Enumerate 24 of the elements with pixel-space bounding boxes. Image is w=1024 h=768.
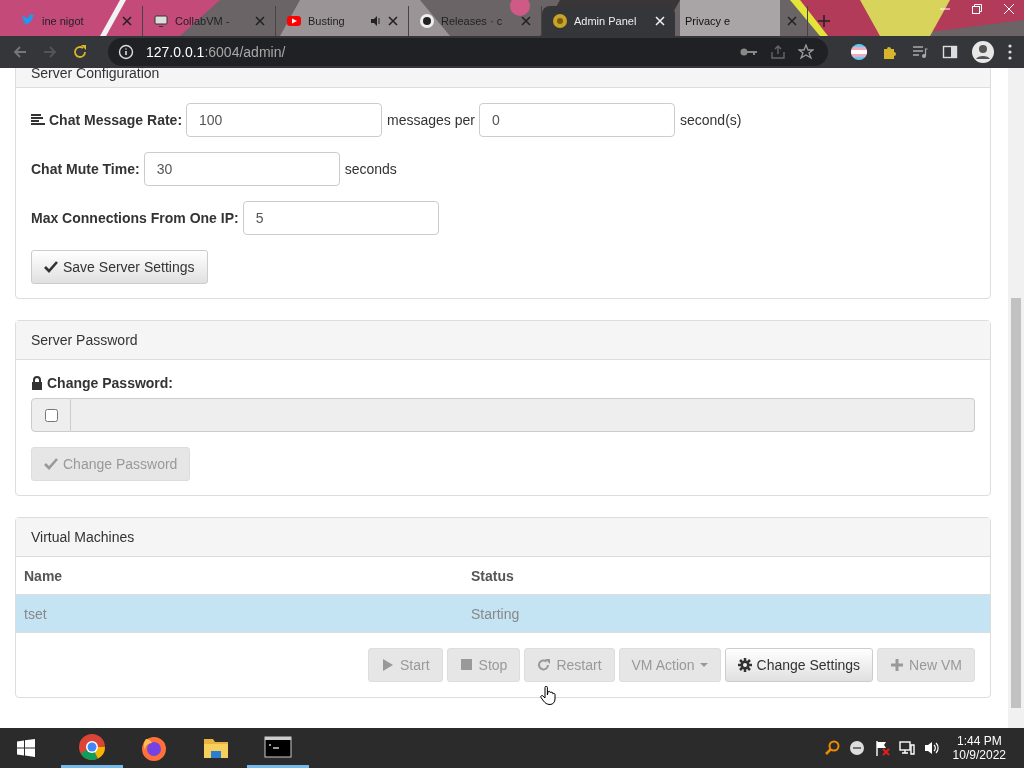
input-field[interactable]: 0 xyxy=(479,103,675,137)
browser-tab[interactable]: Admin Panel xyxy=(542,6,675,36)
url-text: 127.0.0.1:6004/admin/ xyxy=(146,44,286,60)
table-cell-text: tset xyxy=(23,605,48,622)
clock[interactable]: 1:44 PM 10/9/2022 xyxy=(952,734,1006,762)
column-header: Name xyxy=(23,567,64,584)
input-field[interactable]: 30 xyxy=(143,152,340,186)
button[interactable]: Save Server Settings xyxy=(31,250,208,284)
panel-heading: Server Configuration xyxy=(16,68,990,88)
field-label: Chat Mute Time: xyxy=(31,161,140,177)
field-label: Change Password: xyxy=(47,375,174,391)
table-cell-text: Starting xyxy=(470,605,521,622)
unit-label: seconds xyxy=(344,161,397,177)
field-label: Chat Message Rate: xyxy=(49,112,183,128)
input-field[interactable]: 5 xyxy=(242,201,439,235)
panel-heading: Server Password xyxy=(16,321,990,360)
unit-label: second(s) xyxy=(680,112,742,128)
panel-heading: Virtual Machines xyxy=(16,518,990,557)
address-bar[interactable]: 127.0.0.1:6004/admin/ xyxy=(108,38,828,66)
field-label: Max Connections From One IP: xyxy=(31,210,239,226)
input-field[interactable]: 100 xyxy=(186,103,383,137)
column-header: Status xyxy=(470,567,515,584)
unit-label: messages per xyxy=(387,112,475,128)
button[interactable]: Change Settings xyxy=(724,648,874,682)
